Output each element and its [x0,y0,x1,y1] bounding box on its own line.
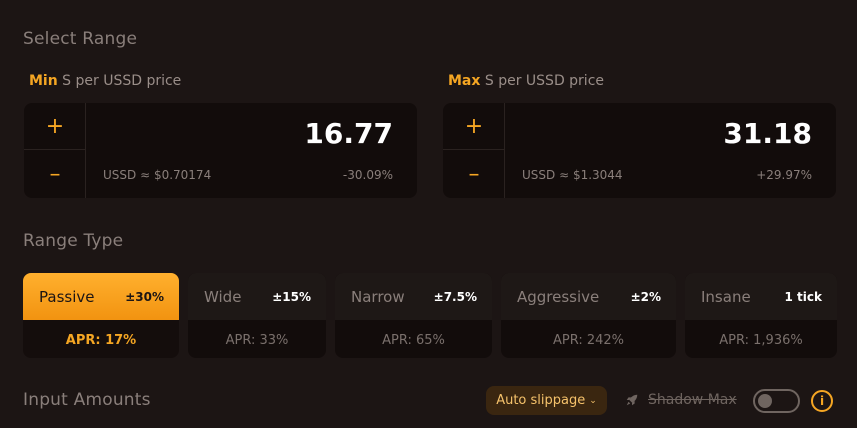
range-option-apr: APR: 33% [225,333,289,348]
range-type-title: Range Type [23,231,124,251]
chevron-down-icon: ⌄ [589,395,597,406]
max-change-percent: +29.97% [756,168,812,182]
max-increase-button[interactable]: + [443,103,505,150]
range-option-apr: APR: 1,936% [719,333,803,348]
range-option-name: Narrow [351,288,405,306]
min-decrease-button[interactable]: – [24,151,86,198]
input-amounts-title: Input Amounts [23,390,151,410]
min-price-input[interactable]: 16.77 [304,117,393,150]
auto-slippage-label: Auto slippage [496,393,586,408]
range-option-aggressive[interactable]: Aggressive ±2% APR: 242% [501,273,676,358]
range-option-apr: APR: 17% [65,333,137,348]
range-option-apr: APR: 242% [552,333,625,348]
max-price-input[interactable]: 31.18 [723,117,812,150]
range-option-name: Insane [701,288,751,306]
max-label-accent: Max [448,73,481,89]
range-option-narrow[interactable]: Narrow ±7.5% APR: 65% [335,273,492,358]
max-price-label: Max S per USSD price [448,73,604,89]
max-decrease-button[interactable]: – [443,151,505,198]
min-change-percent: -30.09% [342,168,393,182]
range-option-name: Passive [39,288,95,306]
max-price-box: + – 31.18 USSD ≈ $1.3044 +29.97% [443,103,836,198]
range-option-spread: 1 tick [784,290,822,304]
range-option-name: Wide [204,288,242,306]
max-usd-value: USSD ≈ $1.3044 [522,168,623,182]
max-label-text: S per USSD price [484,73,605,89]
range-option-insane[interactable]: Insane 1 tick APR: 1,936% [685,273,837,358]
range-option-apr: APR: 65% [382,333,445,348]
min-usd-value: USSD ≈ $0.70174 [103,168,212,182]
range-option-spread: ±2% [630,290,661,304]
max-stepper: + – [443,103,505,198]
range-option-spread: ±7.5% [433,290,477,304]
min-label-accent: Min [29,73,58,89]
info-icon[interactable]: i [811,390,833,412]
select-range-title: Select Range [23,29,138,49]
min-price-label: Min S per USSD price [29,73,181,89]
range-option-name: Aggressive [517,288,600,306]
range-option-passive[interactable]: Passive ±30% APR: 17% [23,273,179,358]
min-price-box: + – 16.77 USSD ≈ $0.70174 -30.09% [24,103,417,198]
rocket-icon [626,394,638,406]
range-option-spread: ±15% [272,290,311,304]
toggle-knob [758,394,772,408]
range-option-spread: ±30% [125,290,164,304]
auto-slippage-button[interactable]: Auto slippage ⌄ [486,386,607,415]
shadow-max-toggle[interactable] [753,389,800,413]
min-stepper: + – [24,103,86,198]
min-label-text: S per USSD price [62,73,182,89]
min-increase-button[interactable]: + [24,103,86,150]
shadow-max-label: Shadow Max [648,392,737,408]
range-option-wide[interactable]: Wide ±15% APR: 33% [188,273,326,358]
